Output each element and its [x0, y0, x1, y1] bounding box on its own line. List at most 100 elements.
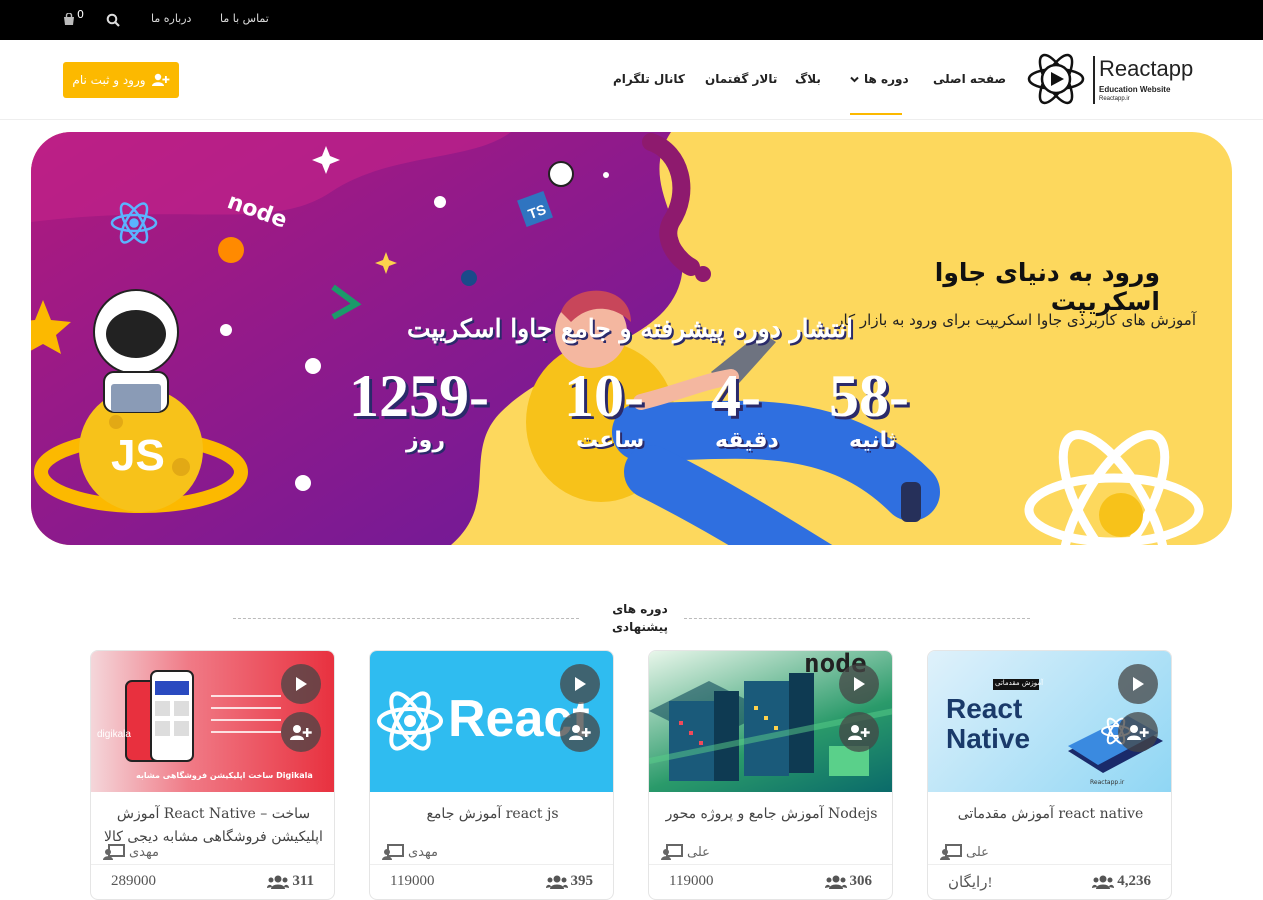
course-students: 395	[545, 873, 594, 890]
search-icon	[106, 13, 120, 27]
course-teacher: علی	[940, 844, 989, 860]
users-icon	[824, 875, 847, 889]
nav-home[interactable]: صفحه اصلی	[933, 72, 1006, 86]
section-divider-right	[684, 618, 1030, 619]
react-play-logo-icon	[1027, 53, 1085, 105]
students-count: 4,236	[1117, 873, 1151, 889]
login-register-button[interactable]: ورود و ثبت نام	[63, 62, 179, 98]
play-button[interactable]	[1118, 664, 1158, 704]
thumb-digikala-text: digikala	[97, 729, 131, 740]
play-icon	[575, 677, 586, 691]
logo-tagline: Education Website	[1099, 85, 1171, 94]
hero-banner[interactable]: TS node JS ورود به دنیای جاوا اسکریپت آم…	[31, 132, 1232, 545]
enroll-button[interactable]	[281, 712, 321, 752]
section-title: دوره های پیشنهادی	[600, 600, 680, 636]
users-icon	[1092, 875, 1115, 889]
countdown-seconds-label: ثانیه	[849, 428, 897, 453]
course-thumbnail[interactable]: React	[370, 651, 613, 792]
course-title[interactable]: آموزش جامع react js	[380, 803, 605, 826]
countdown-seconds-value: 58-	[829, 363, 909, 429]
card-divider	[370, 864, 613, 865]
user-plus-icon	[848, 725, 870, 740]
teacher-name: علی	[966, 844, 989, 860]
countdown-days-label: روز	[406, 428, 446, 453]
top-bar: 0 درباره ما تماس با ما	[0, 0, 1263, 40]
banner-title: ورود به دنیای جاوا اسکریپت	[934, 258, 1160, 316]
user-plus-icon	[151, 73, 169, 86]
enroll-button[interactable]	[1118, 712, 1158, 752]
svg-text:JS: JS	[111, 431, 165, 480]
course-students: 311	[267, 873, 314, 890]
course-students: 306	[824, 873, 873, 890]
users-icon	[545, 875, 568, 889]
course-thumbnail[interactable]: ساخت اپلیکیشن فروشگاهی مشابه Digikala di…	[91, 651, 334, 792]
enroll-button[interactable]	[839, 712, 879, 752]
course-thumbnail[interactable]: آموزش مقدماتی React Native Reactapp.ir	[928, 651, 1171, 792]
course-card[interactable]: node آموزش جامع و پروژه محور Nodejs علی …	[648, 650, 893, 900]
cart-count: 0	[77, 8, 84, 21]
nav-courses-label: دوره ها	[864, 72, 909, 86]
course-price: رایگان!	[948, 875, 993, 891]
nav-courses[interactable]: دوره ها	[850, 72, 909, 86]
course-card[interactable]: آموزش مقدماتی React Native Reactapp.ir آ…	[927, 650, 1172, 900]
section-title-line2: پیشنهادی	[611, 620, 669, 634]
logo-brand: Reactapp	[1099, 56, 1194, 81]
teacher-name: مهدی	[129, 844, 159, 860]
play-button[interactable]	[281, 664, 321, 704]
students-count: 311	[292, 873, 314, 889]
enroll-button[interactable]	[560, 712, 600, 752]
teacher-name: علی	[687, 844, 710, 860]
countdown-days-value: 1259-	[349, 363, 489, 429]
card-divider	[928, 864, 1171, 865]
thumb-badge: آموزش مقدماتی	[995, 679, 1044, 687]
cart-icon	[64, 13, 74, 25]
teacher-icon	[940, 844, 962, 860]
section-divider-left	[233, 618, 579, 619]
teacher-icon	[103, 844, 125, 860]
course-card[interactable]: ساخت اپلیکیشن فروشگاهی مشابه Digikala di…	[90, 650, 335, 900]
nav-forum[interactable]: تالار گفتمان	[705, 72, 777, 86]
course-thumbnail[interactable]: node	[649, 651, 892, 792]
countdown-hours-label: ساعت	[576, 428, 645, 453]
users-icon	[267, 875, 290, 889]
nav-active-indicator	[850, 113, 902, 115]
react-logo-icon	[377, 691, 443, 751]
play-icon	[296, 677, 307, 691]
card-divider	[649, 864, 892, 865]
play-button[interactable]	[839, 664, 879, 704]
user-plus-icon	[1127, 725, 1149, 740]
course-teacher: مهدی	[103, 844, 159, 860]
contact-link[interactable]: تماس با ما	[220, 12, 269, 25]
course-title[interactable]: آموزش جامع و پروژه محور Nodejs	[659, 803, 884, 826]
play-icon	[1133, 677, 1144, 691]
chevron-down-icon	[850, 76, 859, 82]
cart-button[interactable]: 0	[62, 8, 88, 30]
logo-domain: Reactapp.ir	[1099, 96, 1130, 102]
course-students: 4,236	[1092, 873, 1151, 890]
search-button[interactable]	[106, 12, 120, 31]
thumb-caption: ساخت اپلیکیشن فروشگاهی مشابه Digikala	[136, 771, 313, 780]
play-button[interactable]	[560, 664, 600, 704]
main-header: ورود و ثبت نام کانال تلگرام تالار گفتمان…	[0, 40, 1263, 120]
nav-blog[interactable]: بلاگ	[795, 72, 821, 86]
course-price: 289000	[111, 873, 156, 889]
thumb-text-native: Native	[946, 723, 1031, 754]
logo-divider	[1093, 56, 1095, 104]
course-teacher: علی	[661, 844, 710, 860]
teacher-icon	[382, 844, 404, 860]
about-link[interactable]: درباره ما	[151, 12, 191, 25]
course-teacher: مهدی	[382, 844, 438, 860]
students-count: 306	[849, 873, 873, 889]
site-logo[interactable]: Reactapp Education Website Reactapp.ir	[1027, 48, 1193, 110]
course-title[interactable]: آموزش مقدماتی react native	[938, 803, 1163, 826]
login-label: ورود و ثبت نام	[72, 73, 146, 87]
release-announcement: انتشار دوره پیشرفته و جامع جاوا اسکریپت	[406, 314, 853, 343]
course-price: 119000	[669, 873, 714, 889]
nav-telegram[interactable]: کانال تلگرام	[613, 72, 685, 86]
course-title[interactable]: آموزش React Native – ساخت اپلیکیشن فروشگ…	[101, 803, 326, 849]
countdown-minutes-label: دقیقه	[715, 428, 779, 453]
teacher-name: مهدی	[408, 844, 438, 860]
course-card[interactable]: React آموزش جامع react js مهدی 119000 39…	[369, 650, 614, 900]
students-count: 395	[570, 873, 594, 889]
course-price: 119000	[390, 873, 435, 889]
